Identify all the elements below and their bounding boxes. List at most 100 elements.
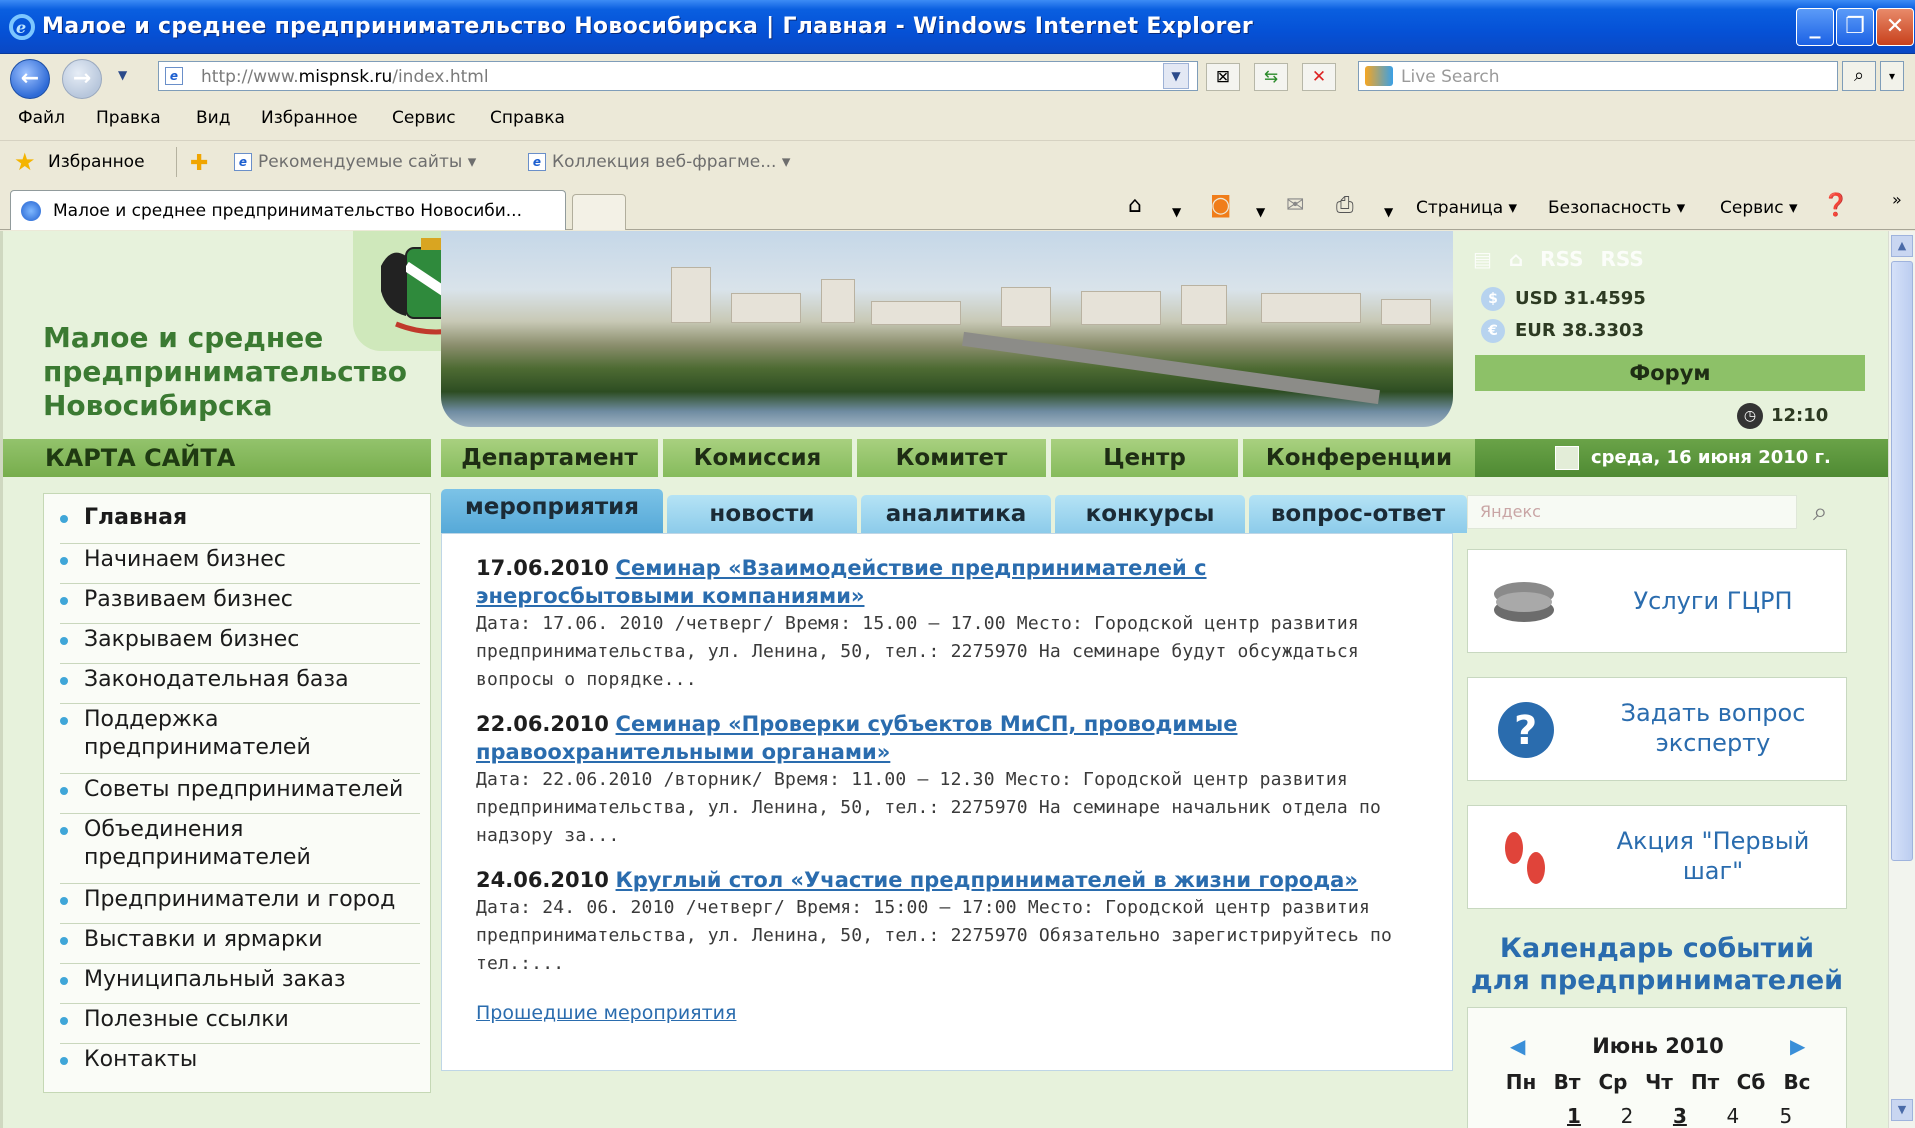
event-link[interactable]: Круглый стол «Участие предпринимателей в… — [616, 868, 1358, 892]
tab-contests[interactable]: конкурсы — [1055, 495, 1245, 533]
home-icon[interactable]: ⌂ — [1128, 194, 1142, 218]
magnifier-icon[interactable]: ⌕ — [1813, 497, 1828, 528]
tab-analytics[interactable]: аналитика — [861, 495, 1051, 533]
help-icon[interactable]: ❓ — [1822, 194, 1849, 218]
tab-news[interactable]: новости — [667, 495, 857, 533]
minimize-button[interactable]: _ — [1796, 8, 1834, 46]
back-button[interactable]: ← — [10, 59, 50, 99]
scroll-thumb[interactable] — [1891, 261, 1913, 861]
sitemap-link[interactable]: КАРТА САЙТА — [3, 439, 431, 477]
left-menu-item[interactable]: Контакты — [60, 1046, 420, 1084]
close-button[interactable]: ✕ — [1876, 8, 1914, 46]
nav-committee[interactable]: Комитет — [857, 439, 1049, 477]
left-menu-item[interactable]: Предприниматели и город — [60, 886, 420, 924]
print-dropdown-icon[interactable]: ▼ — [1384, 200, 1393, 224]
calendar-day[interactable]: 1 — [1551, 1104, 1597, 1128]
vertical-scrollbar[interactable]: ▲ ▼ — [1888, 231, 1915, 1128]
nav-department[interactable]: Департамент — [441, 439, 661, 477]
new-tab-button[interactable] — [572, 194, 626, 230]
left-menu-item[interactable]: Закрываем бизнес — [60, 626, 420, 664]
print-icon[interactable]: ⎙ — [1336, 194, 1354, 218]
feed-dropdown-icon[interactable]: ▼ — [1256, 200, 1265, 224]
left-menu-item[interactable]: Советы предпринимателей — [60, 776, 420, 814]
tab-qa[interactable]: вопрос-ответ — [1249, 495, 1467, 533]
menu-help[interactable]: Справка — [490, 108, 565, 128]
home-dropdown-icon[interactable]: ▼ — [1172, 200, 1181, 224]
stop-icon[interactable]: ✕ — [1302, 63, 1336, 91]
security-menu[interactable]: Безопасность ▾ — [1548, 198, 1685, 218]
maximize-button[interactable]: ❐ — [1836, 8, 1874, 46]
history-dropdown-icon[interactable]: ▼ — [118, 68, 127, 82]
add-favorite-icon[interactable]: ✚ — [190, 151, 208, 176]
forward-button[interactable]: → — [62, 59, 102, 99]
calendar-day[interactable]: 3 — [1657, 1104, 1703, 1128]
url-field[interactable]: e http://www.mispnsk.ru/index.html ▼ — [158, 61, 1198, 91]
left-menu-item[interactable]: Развиваем бизнес — [60, 586, 420, 624]
tab-events[interactable]: мероприятия — [441, 489, 663, 533]
tools-menu[interactable]: Сервис ▾ — [1720, 198, 1797, 218]
live-search-input[interactable]: Live Search — [1358, 61, 1838, 91]
menu-edit[interactable]: Правка — [96, 108, 161, 128]
menu-tools[interactable]: Сервис — [392, 108, 456, 128]
scroll-up-icon[interactable]: ▲ — [1891, 235, 1913, 257]
event-item: 24.06.2010 Круглый стол «Участие предпри… — [476, 866, 1426, 978]
nav-conferences[interactable]: Конференции — [1243, 439, 1475, 477]
calendar-week-row: 1 2 3 4 5 6 — [1498, 1104, 1846, 1128]
nav-commission[interactable]: Комиссия — [663, 439, 855, 477]
clock: ◷ 12:10 — [1737, 403, 1828, 429]
left-menu-item[interactable]: Начинаем бизнес — [60, 546, 420, 584]
chevron-more-icon[interactable]: » — [1892, 188, 1902, 212]
calendar-day: 4 — [1726, 1104, 1740, 1128]
search-icon[interactable]: ⌕ — [1842, 61, 1876, 91]
menu-bar: Файл Правка Вид Избранное Сервис Справка — [0, 100, 1915, 138]
left-menu-item[interactable]: Выставки и ярмарки — [60, 926, 420, 964]
home-page-icon[interactable]: ⌂ — [1509, 247, 1523, 271]
next-month-icon[interactable]: ▶ — [1790, 1034, 1805, 1058]
page-menu[interactable]: Страница ▾ — [1416, 198, 1517, 218]
ie-page-icon: e — [528, 153, 546, 171]
mail-icon[interactable]: ✉ — [1286, 194, 1304, 218]
event-item: 22.06.2010 Семинар «Проверки субъектов М… — [476, 710, 1426, 850]
suggested-sites-link[interactable]: e Рекомендуемые сайты ▾ — [234, 152, 476, 172]
scroll-down-icon[interactable]: ▼ — [1891, 1099, 1913, 1121]
past-events-link[interactable]: Прошедшие мероприятия — [476, 1002, 736, 1024]
left-menu-item[interactable]: Главная — [60, 504, 420, 544]
favorites-star-icon[interactable]: ★ — [14, 150, 36, 174]
menu-file[interactable]: Файл — [18, 108, 65, 128]
first-step-box[interactable]: Акция "Первый шаг" — [1467, 805, 1847, 909]
web-slice-gallery-link[interactable]: e Коллекция веб-фрагме... ▾ — [528, 152, 790, 172]
left-menu-item[interactable]: Объединения предпринимателей — [60, 816, 420, 884]
refresh-icon[interactable]: ⇆ — [1254, 63, 1288, 91]
site-logo[interactable]: Малое и среднее предпринимательство Ново… — [43, 321, 407, 423]
logo-line: Малое и среднее — [43, 321, 324, 354]
page-icon: e — [165, 67, 183, 85]
favorites-button[interactable]: Избранное — [48, 152, 145, 172]
logo-line: предпринимательство — [43, 355, 407, 388]
events-panel: 17.06.2010 Семинар «Взаимодействие предп… — [441, 533, 1453, 1071]
left-menu-item[interactable]: Полезные ссылки — [60, 1006, 420, 1044]
yandex-placeholder: Яндекс — [1480, 502, 1541, 521]
logo-line: Новосибирска — [43, 389, 273, 422]
compat-view-icon[interactable]: ⊠ — [1206, 63, 1240, 91]
url-dropdown-icon[interactable]: ▼ — [1163, 63, 1189, 89]
menu-view[interactable]: Вид — [196, 108, 230, 128]
search-dropdown-icon[interactable]: ▾ — [1880, 61, 1904, 91]
rss-link[interactable]: RSS — [1600, 247, 1643, 271]
nav-center[interactable]: Центр — [1051, 439, 1241, 477]
browser-tab[interactable]: Малое и среднее предпринимательство Ново… — [10, 190, 566, 230]
ask-expert-box[interactable]: ? Задать вопрос эксперту — [1467, 677, 1847, 781]
svg-text:?: ? — [1514, 708, 1537, 754]
footprints-icon — [1505, 832, 1545, 884]
yandex-search-input[interactable]: Яндекс — [1467, 495, 1797, 529]
rss-feed-icon[interactable]: ◙ — [1210, 194, 1231, 218]
menu-favorites[interactable]: Избранное — [261, 108, 358, 128]
print-version-icon[interactable]: ▤ — [1473, 247, 1492, 271]
event-calendar: ◀ Июнь 2010 ▶ ПнВтСрЧтПтСбВс 1 2 3 4 5 6 — [1467, 1007, 1847, 1128]
tab-title: Малое и среднее предпринимательство Ново… — [53, 201, 522, 221]
forum-button[interactable]: Форум — [1475, 355, 1865, 391]
left-menu-item[interactable]: Законодательная база — [60, 666, 420, 704]
left-menu-item[interactable]: Муниципальный заказ — [60, 966, 420, 1004]
services-box[interactable]: Услуги ГЦРП — [1467, 549, 1847, 653]
rss-link[interactable]: RSS — [1540, 247, 1583, 271]
left-menu-item[interactable]: Поддержка предпринимателей — [60, 706, 420, 774]
